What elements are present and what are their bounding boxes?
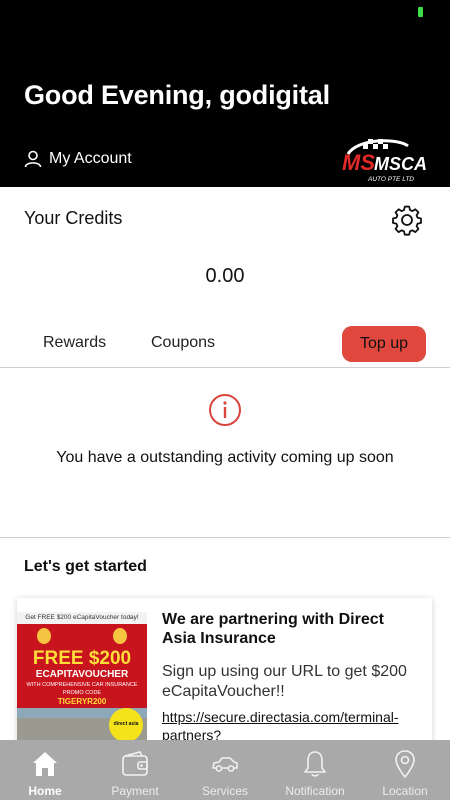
wallet-icon <box>122 751 148 776</box>
nav-item-home[interactable]: Home <box>0 740 90 800</box>
gear-icon[interactable] <box>391 204 423 236</box>
promo-title: We are partnering with Direct Asia Insur… <box>162 611 384 647</box>
nav-item-location[interactable]: Location <box>360 740 450 800</box>
promo-image: Get FREE $200 eCapitaVoucher today! FREE… <box>17 612 147 740</box>
tab-rewards[interactable]: Rewards <box>43 334 106 352</box>
nav-label: Payment <box>111 784 159 798</box>
nav-item-notification[interactable]: Notification <box>270 740 360 800</box>
my-account-label: My Account <box>49 150 132 167</box>
svg-text:MSCAR: MSCAR <box>374 154 426 174</box>
lantern-icon <box>37 628 51 644</box>
battery-icon <box>418 7 423 17</box>
credit-balance: 0.00 <box>205 265 245 287</box>
svg-text:MS: MS <box>342 150 375 175</box>
header: Good Evening, godigital My Account MS MS… <box>0 0 450 187</box>
tab-coupons[interactable]: Coupons <box>151 334 215 352</box>
bell-icon <box>304 751 326 777</box>
directasia-badge: direct asia <box>109 708 143 740</box>
nav-label: Home <box>28 784 62 798</box>
nav-label: Services <box>201 784 248 798</box>
activity-message: You have a outstanding activity coming u… <box>56 449 394 466</box>
divider <box>0 537 450 538</box>
info-icon <box>209 394 241 426</box>
my-account-button[interactable]: My Account <box>24 150 132 168</box>
promo-card[interactable]: Get FREE $200 eCapitaVoucher today! FREE… <box>17 598 432 748</box>
home-icon <box>33 752 57 776</box>
promo-link[interactable]: https://secure.directasia.com/terminal-p… <box>162 708 417 744</box>
nav-label: Location <box>382 784 428 798</box>
nav-item-payment[interactable]: Payment <box>90 740 180 800</box>
user-icon <box>24 150 42 168</box>
promo-description: Sign up using our URL to get $200 eCapit… <box>162 663 407 700</box>
greeting-title: Good Evening, godigital <box>24 80 330 110</box>
bottom-nav: Home Payment Services Notification Locat… <box>0 740 450 800</box>
section-title: Let's get started <box>24 558 147 575</box>
car-icon <box>212 757 238 772</box>
mscar-logo: MS MSCAR AUTO PTE LTD <box>342 139 426 183</box>
svg-text:AUTO PTE LTD: AUTO PTE LTD <box>367 176 414 183</box>
top-up-button[interactable]: Top up <box>342 326 426 362</box>
credits-title: Your Credits <box>24 208 123 228</box>
nav-item-services[interactable]: Services <box>180 740 270 800</box>
lantern-icon <box>113 628 127 644</box>
nav-label: Notification <box>285 784 345 798</box>
location-pin-icon <box>395 750 415 778</box>
divider <box>0 367 450 368</box>
